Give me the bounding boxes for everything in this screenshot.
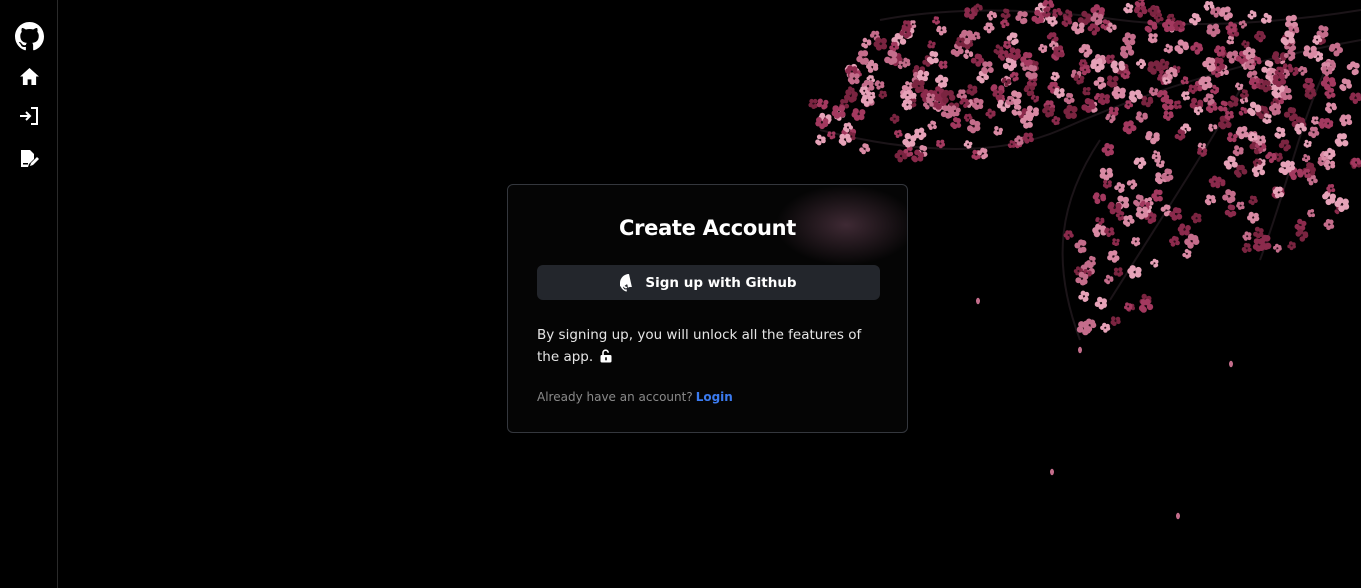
file-signature-icon[interactable] [14,145,44,175]
signup-card: Create Account Sign up with Github By si… [507,184,908,433]
sidebar [0,0,58,588]
github-icon[interactable] [14,21,44,51]
github-icon [620,273,633,292]
signup-info-text: By signing up, you will unlock all the f… [537,327,862,365]
github-signup-label: Sign up with Github [645,274,797,291]
login-link[interactable]: Login [696,390,733,404]
sign-in-icon[interactable] [14,101,44,131]
home-icon[interactable] [14,61,44,91]
login-row: Already have an account? Login [537,390,733,404]
unlock-icon [600,349,612,363]
github-signup-button[interactable]: Sign up with Github [537,265,880,300]
signup-info: By signing up, you will unlock all the f… [537,324,882,368]
page-title: Create Account [618,216,797,240]
login-prompt: Already have an account? [537,390,693,404]
